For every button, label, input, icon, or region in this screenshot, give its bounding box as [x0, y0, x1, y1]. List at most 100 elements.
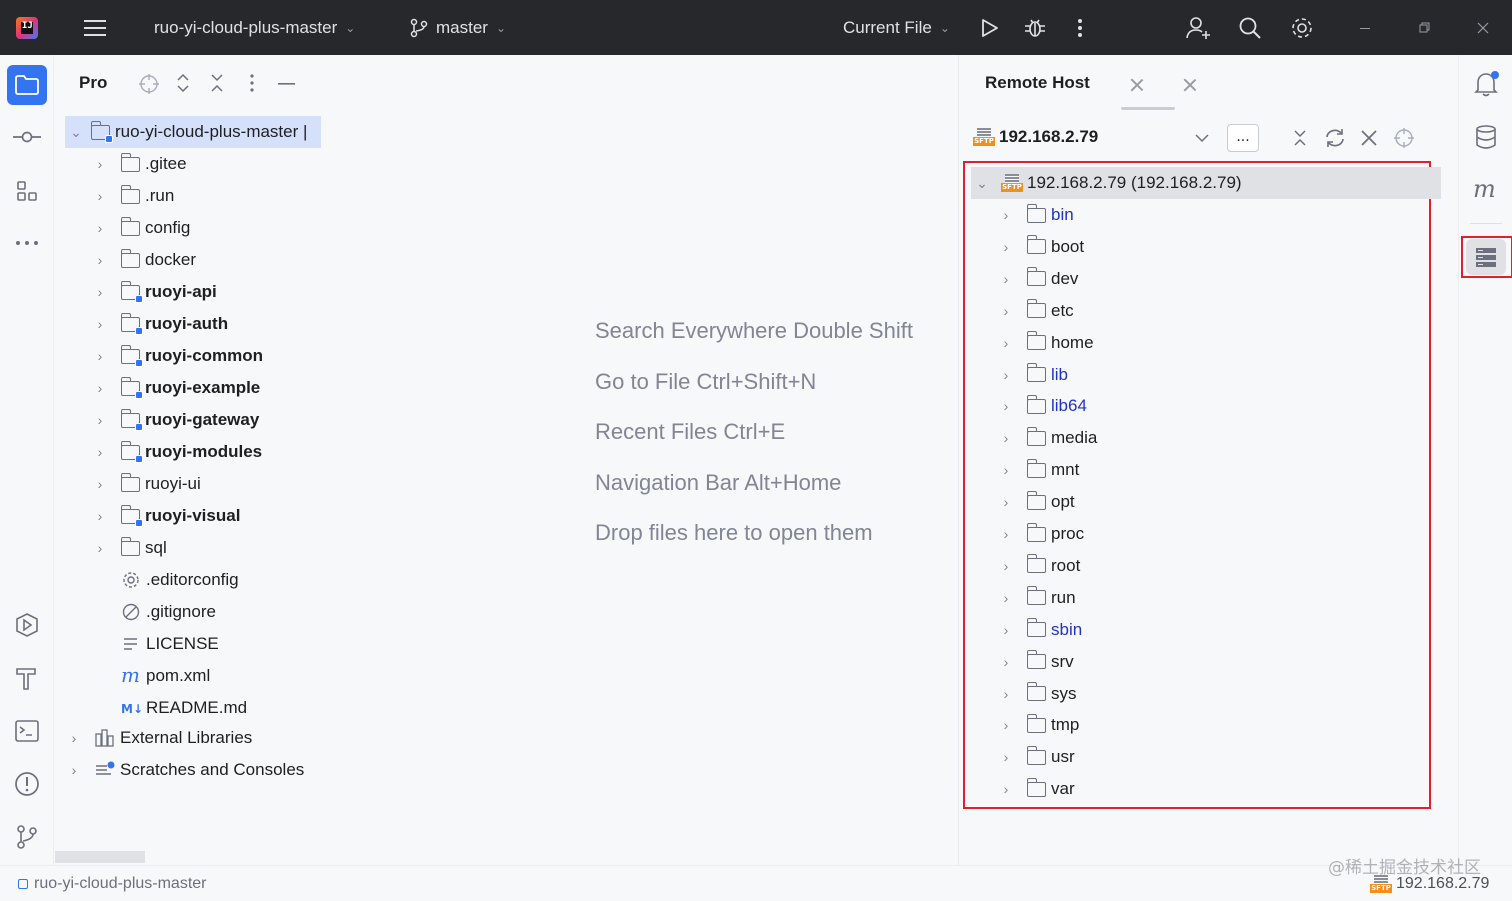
project-tree-row[interactable]: › ruoyi-auth	[93, 308, 228, 340]
project-tree-row[interactable]: › config	[93, 212, 190, 244]
database-icon[interactable]	[1475, 125, 1497, 149]
remote-dir-label: var	[1051, 779, 1075, 799]
remote-dir-row[interactable]: › lib	[999, 359, 1068, 391]
remote-dir-row[interactable]: › dev	[999, 263, 1078, 295]
terminal-tool-button[interactable]	[7, 711, 47, 751]
remote-dir-row[interactable]: › run	[999, 582, 1076, 614]
run-button[interactable]	[980, 0, 1000, 55]
scratches-row[interactable]: › Scratches and Consoles	[67, 754, 305, 786]
code-with-me-button[interactable]	[1186, 0, 1212, 55]
remote-dir-row[interactable]: › sys	[999, 678, 1077, 710]
remote-root-row[interactable]: ⌄ SFTP 192.168.2.79 (192.168.2.79)	[971, 167, 1441, 199]
project-tree-label: ruoyi-example	[145, 378, 261, 397]
status-bar: ruo-yi-cloud-plus-master SFTP 192.168.2.…	[0, 865, 1512, 901]
host-selector[interactable]: SFTP 192.168.2.79	[973, 127, 1098, 147]
project-tree-row[interactable]: m pom.xml	[93, 660, 210, 692]
remote-dir-row[interactable]: › etc	[999, 295, 1074, 327]
remote-dir-row[interactable]: › proc	[999, 518, 1084, 550]
project-root-row[interactable]: ⌄ ruo-yi-cloud-plus-master |	[65, 116, 321, 148]
expand-all-icon[interactable]	[176, 73, 190, 93]
restore-icon	[1419, 22, 1430, 32]
project-tree-row[interactable]: › ruoyi-gateway	[93, 404, 259, 436]
project-tree-row[interactable]: › ruoyi-api	[93, 276, 217, 308]
branch-switcher[interactable]: master ⌄	[410, 0, 506, 55]
project-tree-row[interactable]: › ruoyi-modules	[93, 436, 262, 468]
remote-dir-row[interactable]: › root	[999, 550, 1080, 582]
remote-dir-row[interactable]: › bin	[999, 199, 1074, 231]
project-tree-row[interactable]: › ruoyi-visual	[93, 500, 240, 532]
structure-tool-button[interactable]	[7, 171, 47, 211]
close-icon[interactable]	[1130, 78, 1144, 92]
run-config-selector[interactable]: Current File ⌄	[843, 0, 950, 55]
project-tree-row[interactable]: M↓ README.md	[93, 692, 247, 724]
project-tree-row[interactable]: › sql	[93, 532, 167, 564]
disconnect-icon[interactable]	[1361, 130, 1377, 146]
status-project[interactable]: ruo-yi-cloud-plus-master	[18, 875, 207, 893]
close-icon[interactable]	[1183, 78, 1197, 92]
settings-button[interactable]	[1290, 0, 1314, 55]
remote-dir-row[interactable]: › mnt	[999, 454, 1079, 486]
hammer-icon	[16, 668, 36, 690]
remote-dir-row[interactable]: › tmp	[999, 709, 1079, 741]
problems-tool-button[interactable]	[7, 764, 47, 804]
branch-name: master	[436, 17, 488, 37]
locate-icon[interactable]	[139, 74, 159, 94]
minimize-button[interactable]	[1360, 0, 1372, 55]
project-tree-row[interactable]: LICENSE	[93, 628, 219, 660]
remote-dir-label: bin	[1051, 205, 1074, 224]
remote-dir-row[interactable]: › media	[999, 422, 1097, 454]
more-tools-button[interactable]	[7, 223, 47, 263]
remote-dir-row[interactable]: › sbin	[999, 614, 1082, 646]
project-switcher[interactable]: ruo-yi-cloud-plus-master ⌄	[154, 0, 355, 55]
git-tool-button[interactable]	[7, 817, 47, 857]
remote-dir-row[interactable]: › opt	[999, 486, 1075, 518]
external-libraries-row[interactable]: › External Libraries	[67, 722, 253, 754]
project-tree-row[interactable]: › ruoyi-example	[93, 372, 260, 404]
more-vertical-icon[interactable]	[249, 74, 255, 92]
remote-dir-row[interactable]: › lib64	[999, 390, 1087, 422]
more-actions-button[interactable]	[1077, 0, 1083, 55]
chevron-right-icon: ›	[1003, 781, 1009, 798]
locate-icon[interactable]	[1394, 128, 1414, 148]
folder-icon	[1026, 458, 1046, 478]
remote-host-tab[interactable]: Remote Host	[985, 73, 1090, 93]
project-tree-row[interactable]: › .run	[93, 180, 174, 212]
project-tree-row[interactable]: › ruoyi-ui	[93, 468, 201, 500]
remote-dir-row[interactable]: › var	[999, 773, 1075, 805]
build-tool-button[interactable]	[7, 658, 47, 698]
remote-dir-row[interactable]: › usr	[999, 741, 1075, 773]
project-tool-button[interactable]	[7, 65, 47, 105]
minimize-pane-icon[interactable]	[278, 82, 296, 86]
remote-dir-row[interactable]: › srv	[999, 646, 1074, 678]
restore-button[interactable]	[1419, 0, 1431, 55]
collapse-all-icon[interactable]	[1293, 129, 1307, 147]
module-folder-icon	[120, 280, 143, 303]
project-pane-title[interactable]: Pro	[79, 73, 107, 93]
search-everywhere-button[interactable]	[1238, 0, 1262, 55]
notifications-icon[interactable]	[1474, 70, 1500, 98]
remote-host-tool-button[interactable]	[1466, 239, 1506, 275]
close-window-button[interactable]	[1477, 0, 1489, 55]
debug-button[interactable]	[1024, 0, 1046, 55]
collapse-all-icon[interactable]	[210, 73, 224, 93]
maven-icon[interactable]: m	[1472, 178, 1500, 202]
project-pane: Pro ⌄ ruo-yi-cloud-plus-master | › .gitee…	[55, 55, 325, 865]
main-menu-button[interactable]	[84, 0, 108, 55]
chevron-right-icon: ›	[97, 476, 103, 492]
services-tool-button[interactable]	[7, 605, 47, 645]
project-tree-label: pom.xml	[146, 666, 211, 685]
refresh-icon[interactable]	[1324, 128, 1346, 148]
commit-tool-button[interactable]	[7, 117, 47, 157]
chevron-down-icon[interactable]	[1195, 133, 1209, 143]
project-tree-row[interactable]: › .gitee	[93, 148, 187, 180]
browse-button[interactable]: ...	[1227, 124, 1259, 152]
horizontal-scrollbar[interactable]	[55, 851, 145, 863]
project-tree-row[interactable]: › docker	[93, 244, 196, 276]
remote-dir-row[interactable]: › home	[999, 327, 1094, 359]
project-tree-row[interactable]: .editorconfig	[93, 564, 239, 596]
project-tree-row[interactable]: .gitignore	[93, 596, 216, 628]
ignore-file-icon	[122, 603, 140, 621]
remote-dir-row[interactable]: › boot	[999, 231, 1084, 263]
hint-search-everywhere: Search Everywhere Double Shift	[595, 318, 913, 343]
project-tree-row[interactable]: › ruoyi-common	[93, 340, 263, 372]
